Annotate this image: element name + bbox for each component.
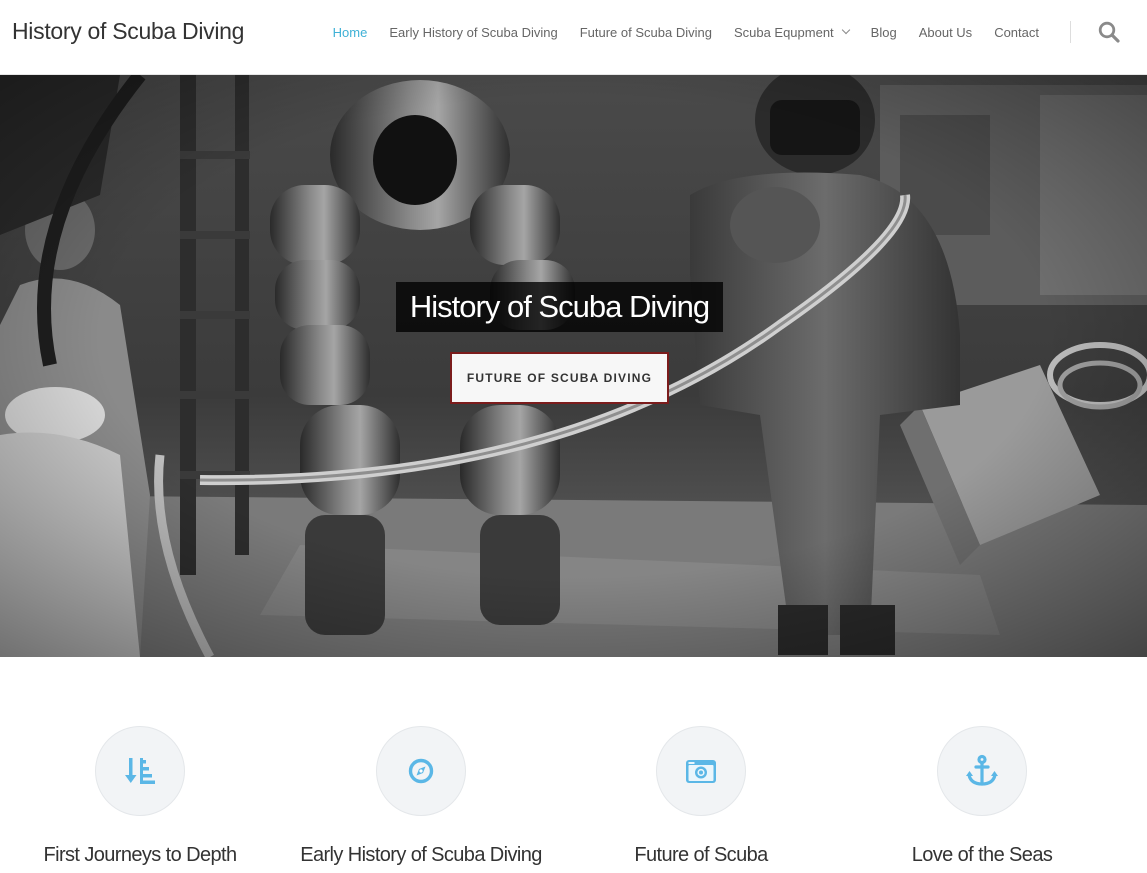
- feature-love-of-the-seas[interactable]: Love of the Seas: [842, 657, 1122, 873]
- feature-icon-wrapper[interactable]: [656, 726, 746, 816]
- feature-icon-wrapper[interactable]: [937, 726, 1027, 816]
- feature-title[interactable]: Early History of Scuba Diving: [281, 844, 561, 867]
- nav-divider: [1070, 21, 1071, 43]
- nav-item-future[interactable]: Future of Scuba Diving: [580, 25, 712, 40]
- feature-future-of-scuba[interactable]: Future of Scuba: [561, 657, 841, 873]
- chevron-down-icon: [841, 25, 850, 35]
- feature-early-history[interactable]: Early History of Scuba Diving: [281, 657, 561, 873]
- anchor-icon: [966, 754, 998, 786]
- nav-item-about-us[interactable]: About Us: [919, 25, 972, 40]
- nav-item-contact[interactable]: Contact: [994, 25, 1039, 40]
- nav-item-label: Future of Scuba Diving: [579, 24, 712, 40]
- feature-first-journeys[interactable]: First Journeys to Depth: [0, 657, 280, 873]
- search-icon: [1098, 21, 1120, 43]
- future-of-scuba-diving-button[interactable]: FUTURE OF SCUBA DIVING: [450, 352, 669, 404]
- sort-down-icon: [125, 758, 155, 784]
- search-button[interactable]: [1091, 14, 1127, 50]
- feature-title[interactable]: First Journeys to Depth: [0, 844, 280, 867]
- feature-icon-wrapper[interactable]: [376, 726, 466, 816]
- features-section: First Journeys to Depth Early History of…: [0, 657, 1147, 873]
- main-nav: Home Early History of Scuba Diving Futur…: [333, 0, 1147, 64]
- nav-item-label: Early History of Scuba Diving: [389, 24, 558, 40]
- camera-icon: [686, 760, 716, 783]
- feature-icon-wrapper[interactable]: [95, 726, 185, 816]
- hero-title: History of Scuba Diving: [396, 282, 723, 332]
- nav-item-label: Contact: [994, 24, 1039, 40]
- nav-item-label: Scuba Equpment: [733, 24, 834, 40]
- nav-item-label: Home: [332, 24, 368, 40]
- site-header: History of Scuba Diving Home Early Histo…: [0, 0, 1147, 75]
- nav-item-label: About Us: [918, 24, 973, 40]
- feature-title[interactable]: Future of Scuba: [561, 844, 841, 867]
- compass-icon: [408, 758, 434, 784]
- site-title[interactable]: History of Scuba Diving: [12, 18, 244, 45]
- nav-item-blog[interactable]: Blog: [871, 25, 897, 40]
- hero-section: History of Scuba Diving FUTURE OF SCUBA …: [0, 75, 1147, 657]
- nav-item-label: Blog: [870, 24, 897, 40]
- nav-item-home[interactable]: Home: [333, 25, 368, 40]
- nav-item-scuba-equipment[interactable]: Scuba Equpment: [733, 24, 850, 40]
- feature-title[interactable]: Love of the Seas: [842, 844, 1122, 867]
- nav-item-early-history[interactable]: Early History of Scuba Diving: [389, 25, 557, 40]
